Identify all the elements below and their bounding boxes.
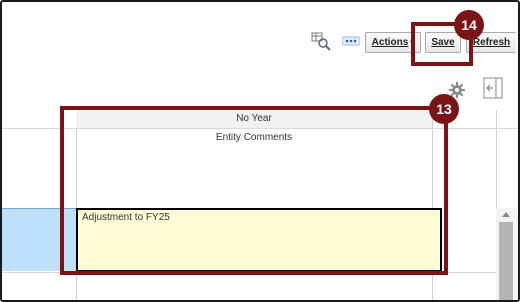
refresh-label: Refresh bbox=[472, 37, 511, 48]
callout-highlight-grid bbox=[60, 106, 448, 275]
callout-badge-13: 13 bbox=[429, 94, 459, 124]
actions-label: Actions bbox=[371, 37, 409, 48]
search-grid-icon[interactable] bbox=[310, 30, 332, 52]
callout-number: 14 bbox=[461, 17, 477, 33]
panel-toggle-icon[interactable] bbox=[482, 76, 504, 100]
scrollbar-thumb[interactable] bbox=[499, 222, 513, 300]
vertical-scrollbar[interactable] bbox=[496, 208, 518, 300]
more-icon[interactable] bbox=[341, 35, 361, 47]
scroll-up-arrow[interactable] bbox=[502, 212, 510, 217]
app-frame: Actions ▾ Save Refresh No Year Entity Co… bbox=[0, 0, 520, 302]
callout-badge-14: 14 bbox=[454, 10, 484, 40]
callout-number: 13 bbox=[436, 101, 452, 117]
